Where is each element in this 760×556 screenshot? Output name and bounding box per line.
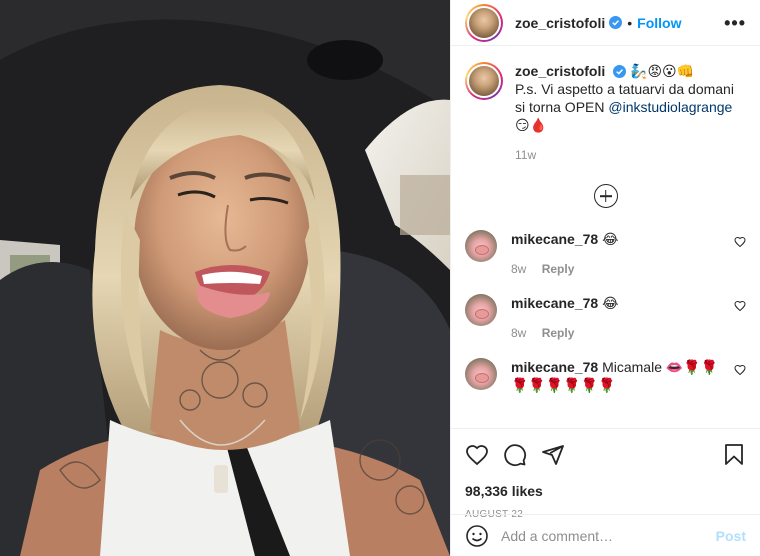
commenter-username[interactable]: mikecane_78 — [511, 359, 598, 375]
comment-meta: 8w Reply — [511, 324, 731, 342]
save-bookmark-icon[interactable] — [722, 443, 746, 467]
action-icons-row — [465, 439, 746, 471]
comment-body: mikecane_78 Micamale 👄🌹🌹🌹🌹🌹🌹🌹🌹 — [511, 358, 731, 394]
comment-time[interactable]: 8w — [511, 326, 526, 340]
likes-count[interactable]: 98,336 likes — [465, 483, 746, 499]
caption-text: P.s. Vi aspetto a tatuarvi da domani si … — [515, 80, 746, 134]
comment-body: mikecane_78 😂 8w Reply — [511, 294, 731, 342]
commenter-avatar[interactable] — [465, 294, 497, 326]
author-avatar-image — [469, 7, 499, 38]
post-comment-button[interactable]: Post — [716, 528, 746, 544]
comment-item: mikecane_78 😂 8w Reply — [465, 230, 746, 278]
post-side-panel: zoe_cristofoli • Follow ••• zoe_cristofo… — [450, 0, 760, 556]
caption-trailing-emojis: 😏🩸 — [515, 117, 548, 133]
comment-time[interactable]: 8w — [511, 262, 526, 276]
comment-like-heart-icon[interactable] — [734, 236, 746, 248]
comment-text: 😂 — [602, 295, 619, 311]
comment-like-heart-icon[interactable] — [734, 300, 746, 312]
comment-text: 😂 — [602, 231, 619, 247]
post-photo[interactable] — [0, 0, 450, 556]
comment-item: mikecane_78 😂 8w Reply — [465, 294, 746, 342]
reply-button[interactable]: Reply — [542, 262, 575, 276]
more-options-icon[interactable]: ••• — [724, 14, 746, 32]
comment-like-heart-icon[interactable] — [734, 364, 746, 376]
add-comment-bar: Post — [451, 514, 760, 556]
comment-item: mikecane_78 Micamale 👄🌹🌹🌹🌹🌹🌹🌹🌹 — [465, 358, 746, 394]
caption-avatar-image — [469, 66, 499, 96]
post-header: zoe_cristofoli • Follow ••• — [451, 0, 760, 46]
comment-body: mikecane_78 😂 8w Reply — [511, 230, 731, 278]
verified-badge-icon — [609, 16, 623, 29]
share-paper-plane-icon[interactable] — [541, 443, 565, 467]
comment-meta: 8w Reply — [511, 260, 731, 278]
post-caption: zoe_cristofoli 🧞😡😮👊 P.s. Vi aspetto a ta… — [465, 62, 746, 164]
load-more-comments-icon[interactable] — [593, 184, 618, 208]
follow-button[interactable]: Follow — [637, 15, 681, 31]
author-username[interactable]: zoe_cristofoli — [515, 15, 605, 31]
like-heart-icon[interactable] — [465, 443, 489, 467]
comment-bubble-icon[interactable] — [503, 443, 527, 467]
author-avatar[interactable] — [465, 3, 503, 42]
add-comment-input[interactable] — [501, 527, 716, 544]
caption-username[interactable]: zoe_cristofoli — [515, 63, 605, 79]
reply-button[interactable]: Reply — [542, 326, 575, 340]
caption-time[interactable]: 11w — [515, 146, 746, 164]
caption-body: zoe_cristofoli 🧞😡😮👊 P.s. Vi aspetto a ta… — [515, 62, 746, 164]
emoji-smiley-icon[interactable] — [465, 524, 489, 548]
commenter-username[interactable]: mikecane_78 — [511, 231, 598, 247]
commenter-username[interactable]: mikecane_78 — [511, 295, 598, 311]
instagram-post: zoe_cristofoli • Follow ••• zoe_cristofo… — [0, 0, 760, 556]
load-more-comments — [465, 184, 746, 208]
caption-verified-badge-icon — [613, 65, 627, 78]
commenter-avatar[interactable] — [465, 358, 497, 390]
caption-emojis: 🧞😡😮👊 — [630, 63, 695, 79]
selfie-in-car-image — [0, 0, 450, 556]
commenter-avatar[interactable] — [465, 230, 497, 262]
caption-avatar[interactable] — [465, 62, 503, 100]
comments-section: zoe_cristofoli 🧞😡😮👊 P.s. Vi aspetto a ta… — [451, 46, 760, 428]
header-separator: • — [627, 14, 633, 31]
caption-mention-link[interactable]: @inkstudiolagrange — [608, 99, 732, 115]
